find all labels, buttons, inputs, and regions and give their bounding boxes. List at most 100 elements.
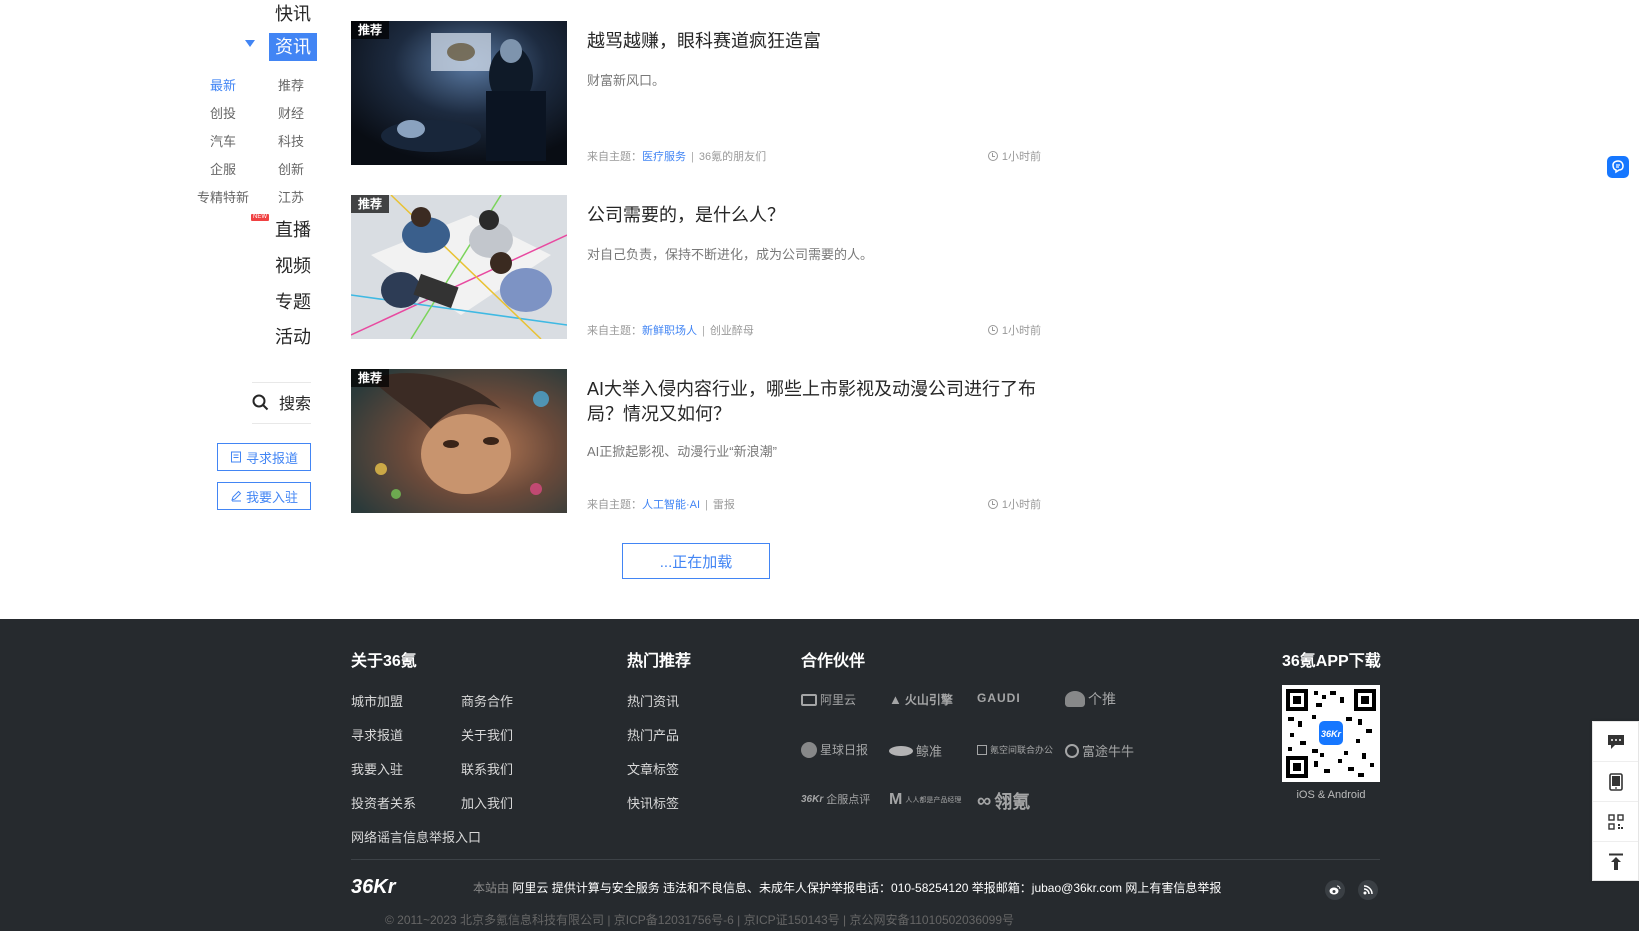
- footer-link[interactable]: 城市加盟: [351, 691, 403, 710]
- partner-name: 翎氪: [994, 792, 1031, 812]
- article-meta: 来自主题：医疗服务 | 36氪的朋友们: [587, 151, 767, 163]
- footer-link[interactable]: 我要入驻: [351, 759, 403, 778]
- article-title[interactable]: 公司需要的，是什么人？: [587, 203, 1041, 228]
- nav-kuaixun[interactable]: 快讯: [275, 0, 311, 26]
- author-link[interactable]: 雷报: [713, 499, 735, 511]
- article-card[interactable]: 推荐 越骂越赚，眼科赛道疯狂造富 财富新风口。 来自主题：医疗服务 | 36氪的朋友…: [351, 21, 1041, 165]
- nav-live[interactable]: 直播: [275, 216, 311, 242]
- subnav-venture[interactable]: 创投: [193, 103, 253, 122]
- article-title[interactable]: 越骂越赚，眼科赛道疯狂造富: [587, 29, 1041, 54]
- meta-prefix: 来自主题：: [587, 151, 642, 163]
- partner-logo[interactable]: M 人人都是产品经理: [889, 791, 961, 809]
- nav-zixun[interactable]: 资讯: [269, 33, 317, 61]
- footer-link[interactable]: 加入我们: [461, 793, 513, 812]
- partner-logo[interactable]: 36Kr 企服点评: [801, 791, 870, 807]
- article-card[interactable]: 推荐 公司需要的，是什么人？ 对自己负责，保持不断进化，成为公司需要的人。 来自…: [351, 195, 1041, 339]
- footer-link[interactable]: 寻求报道: [351, 725, 403, 744]
- partner-name: GAUDI: [977, 691, 1021, 705]
- footer-link[interactable]: 热门资讯: [627, 691, 679, 710]
- document-icon: [230, 451, 241, 463]
- mobile-button[interactable]: [1593, 762, 1638, 802]
- partner-name: 个推: [1088, 691, 1116, 707]
- subnav-auto[interactable]: 汽车: [193, 131, 253, 150]
- article-image[interactable]: 推荐: [351, 369, 567, 513]
- seek-report-button[interactable]: 寻求报道: [217, 443, 311, 471]
- weibo-icon[interactable]: [1325, 880, 1345, 900]
- join-label: 我要入驻: [245, 489, 298, 505]
- subnav-enterprise[interactable]: 企服: [193, 159, 253, 178]
- arrow-up-icon: [1608, 853, 1623, 870]
- partner-name: 企服点评: [826, 794, 871, 806]
- subnav-finance[interactable]: 财经: [261, 103, 321, 122]
- subnav-specialized[interactable]: 专精特新: [185, 187, 261, 206]
- search-button[interactable]: 搜索: [252, 390, 311, 414]
- footer-link[interactable]: 投资者关系: [351, 793, 416, 812]
- copyright: © 2011~2023 北京多氪信息科技有限公司 | 京ICP备12031756…: [0, 911, 1398, 928]
- footer-link[interactable]: 网络谣言信息举报入口: [351, 827, 481, 846]
- article-title[interactable]: AI大举入侵内容行业，哪些上市影视及动漫公司进行了布局？情况又如何？: [587, 377, 1041, 427]
- article-card[interactable]: 推荐 AI大举入侵内容行业，哪些上市影视及动漫公司进行了布局？情况又如何？ AI…: [351, 369, 1041, 513]
- footer-app-title: 36氪APP下载: [1282, 653, 1381, 670]
- partner-logo[interactable]: ∞ 翎氪: [977, 788, 1030, 814]
- partner-logo[interactable]: GAUDI: [977, 691, 1021, 705]
- time-label: 1小时前: [1001, 151, 1041, 163]
- footer-hot-title: 热门推荐: [627, 653, 692, 670]
- subnav-jiangsu[interactable]: 江苏: [261, 187, 321, 206]
- ai-assistant-icon[interactable]: [1607, 156, 1629, 178]
- footer-link[interactable]: 热门产品: [627, 725, 679, 744]
- time-label: 1小时前: [1001, 499, 1041, 511]
- article-time: 1小时前: [987, 148, 1041, 164]
- svg-text:36Kr: 36Kr: [1321, 729, 1342, 739]
- article-image[interactable]: 推荐: [351, 21, 567, 165]
- author-link[interactable]: 36氪的朋友们: [699, 151, 766, 163]
- article-time: 1小时前: [987, 496, 1041, 512]
- footer-link[interactable]: 快讯标签: [627, 793, 679, 812]
- qrcode-button[interactable]: [1593, 802, 1638, 842]
- footer-link[interactable]: 关于我们: [461, 725, 513, 744]
- feedback-button[interactable]: [1593, 722, 1638, 762]
- footer-link[interactable]: 联系我们: [461, 759, 513, 778]
- load-more-button[interactable]: ...正在加载: [622, 543, 770, 579]
- footer-notice: 本站由 阿里云 提供计算与安全服务 违法和不良信息、未成年人保护举报电话：010…: [473, 879, 1221, 896]
- partner-name: 阿里云: [820, 693, 857, 707]
- join-button[interactable]: 我要入驻: [217, 482, 311, 510]
- subnav-latest[interactable]: 最新: [193, 75, 253, 94]
- partner-logo[interactable]: 鲸准: [889, 741, 942, 760]
- partner-name: 人人都是产品经理: [905, 797, 962, 804]
- subnav-recommend[interactable]: 推荐: [261, 75, 321, 94]
- footer-link[interactable]: 文章标签: [627, 759, 679, 778]
- app-caption: iOS & Android: [1296, 789, 1366, 801]
- partner-logo[interactable]: 富途牛牛: [1065, 741, 1134, 760]
- meta-prefix: 来自主题：: [587, 499, 642, 511]
- clock-icon: [987, 325, 998, 335]
- footer-logo: 36Kr: [351, 876, 396, 898]
- partner-logo[interactable]: 氪空间联合办公: [977, 743, 1053, 756]
- subnav-innovation[interactable]: 创新: [261, 159, 321, 178]
- article-summary: 财富新风口。: [587, 73, 666, 88]
- nav-topic[interactable]: 专题: [275, 288, 311, 314]
- partner-logo[interactable]: 星球日报: [801, 741, 868, 758]
- nav-events[interactable]: 活动: [275, 323, 311, 349]
- nav-video[interactable]: 视频: [275, 252, 311, 278]
- partner-logo[interactable]: 阿里云: [801, 691, 856, 708]
- topic-link[interactable]: 人工智能·AI: [642, 499, 700, 511]
- footer-link[interactable]: 商务合作: [461, 691, 513, 710]
- article-image[interactable]: 推荐: [351, 195, 567, 339]
- author-link[interactable]: 创业醉母: [710, 325, 754, 337]
- back-to-top-button[interactable]: [1593, 842, 1638, 882]
- recommend-tag: 推荐: [351, 369, 390, 387]
- app-qr-code: 36Kr: [1282, 685, 1380, 782]
- article-time: 1小时前: [987, 322, 1041, 338]
- meta-prefix: 来自主题：: [587, 325, 642, 337]
- rss-icon[interactable]: [1358, 880, 1378, 900]
- topic-link[interactable]: 新鲜职场人: [642, 325, 697, 337]
- subnav-tech[interactable]: 科技: [261, 131, 321, 150]
- topic-link[interactable]: 医疗服务: [642, 151, 686, 163]
- footer-about-title: 关于36氪: [351, 653, 417, 670]
- partner-logo[interactable]: ▲ 火山引擎: [889, 691, 953, 708]
- article-meta: 来自主题：人工智能·AI | 雷报: [587, 499, 735, 511]
- divider: [252, 382, 311, 383]
- partner-name: 鲸准: [916, 744, 943, 759]
- partner-logo[interactable]: 个推: [1065, 689, 1116, 709]
- recommend-tag: 推荐: [351, 195, 390, 213]
